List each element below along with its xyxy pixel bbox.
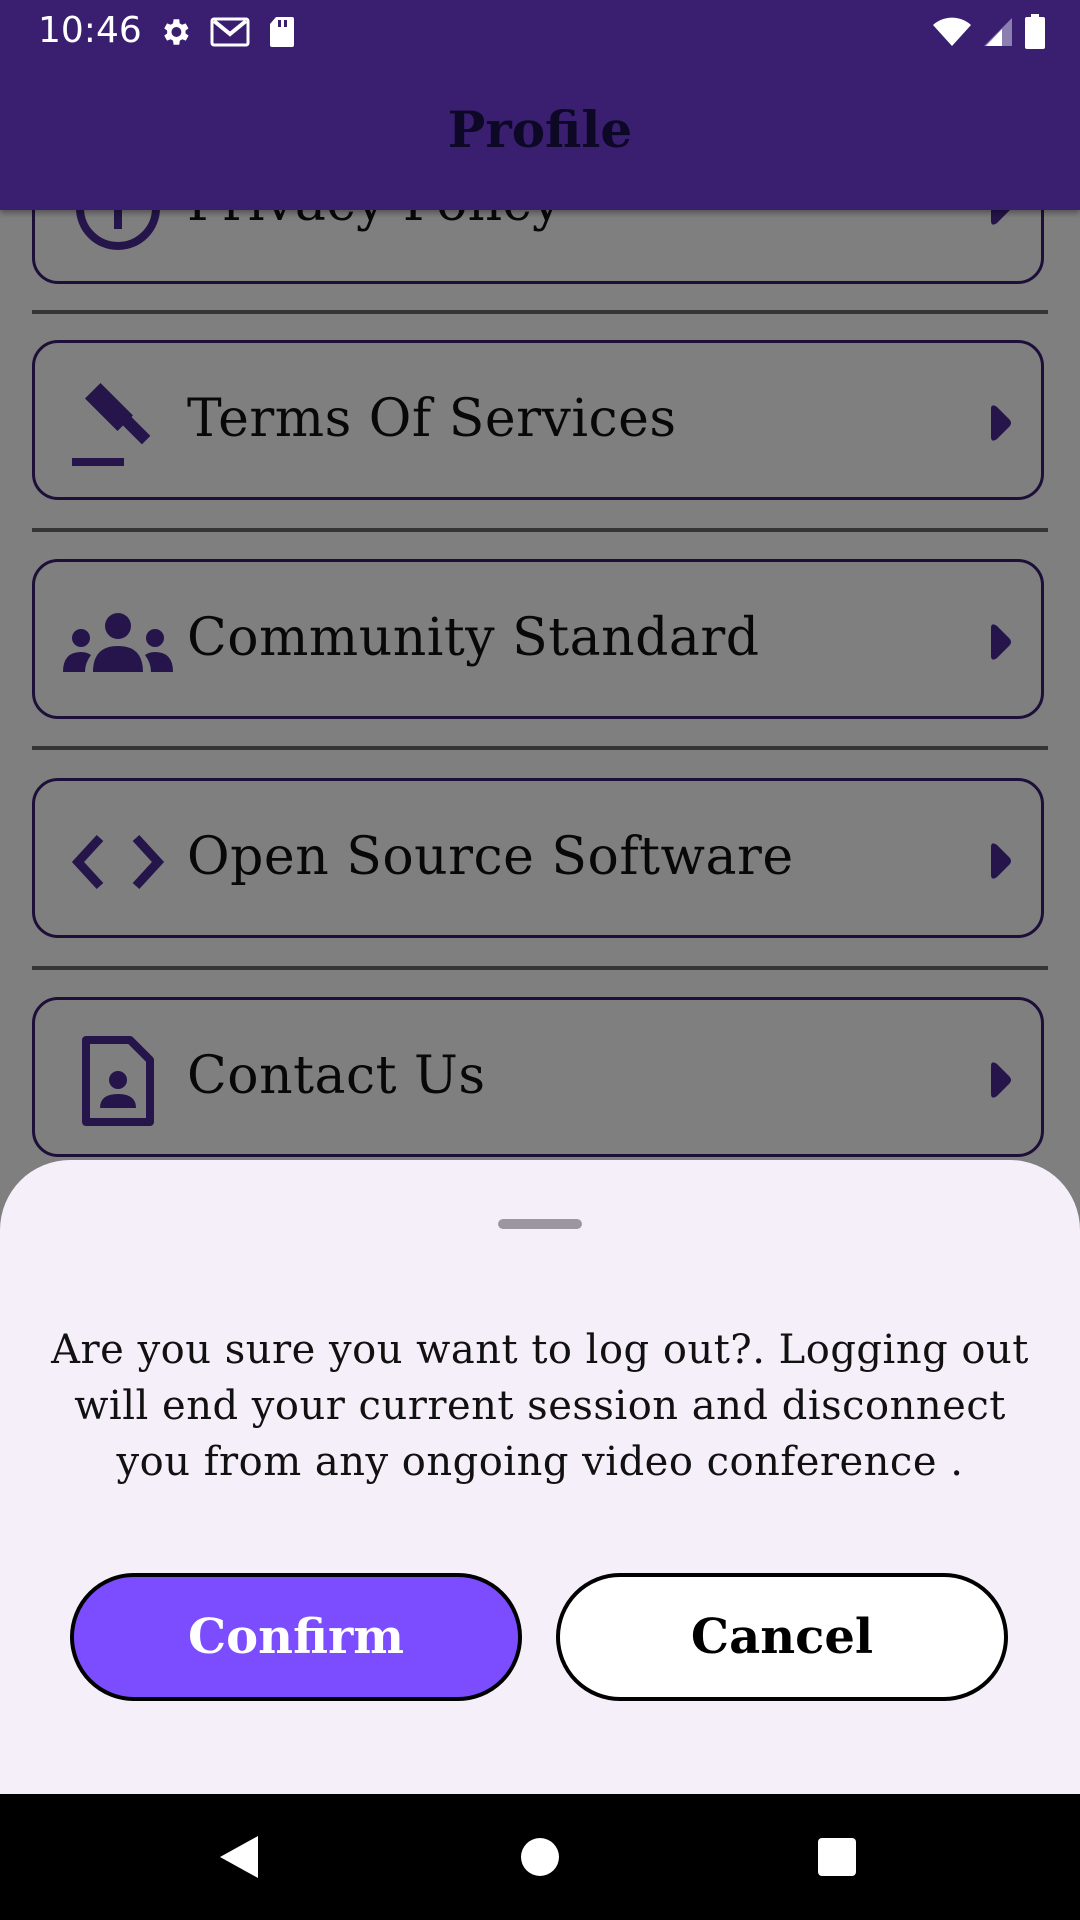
confirm-button-label: Confirm [187,1609,405,1665]
app-bar: Profile [0,64,1080,210]
logout-message: Are you sure you want to log out?. Loggi… [51,1327,1029,1485]
recents-icon[interactable] [804,1824,870,1890]
status-bar: 10:46 [0,0,1080,64]
status-icons-right [932,12,1046,52]
back-icon[interactable] [206,1824,272,1890]
page-title: Profile [447,100,633,159]
wifi-icon [933,17,971,46]
sd-card-icon [270,17,294,47]
settings-icon [164,19,189,45]
battery-icon [1025,14,1045,49]
home-icon[interactable] [507,1824,573,1890]
gmail-icon [210,17,250,47]
confirm-button[interactable]: Confirm [70,1573,522,1701]
logout-bottom-sheet: Are you sure you want to log out?. Loggi… [0,1160,1080,1794]
status-time: 10:46 [38,10,142,51]
drag-handle[interactable] [498,1219,582,1229]
system-navigation-bar [0,1794,1080,1920]
cancel-button[interactable]: Cancel [556,1573,1008,1701]
cellular-signal-icon [984,18,1012,46]
cancel-button-label: Cancel [690,1609,874,1665]
status-icons-left [158,12,296,52]
